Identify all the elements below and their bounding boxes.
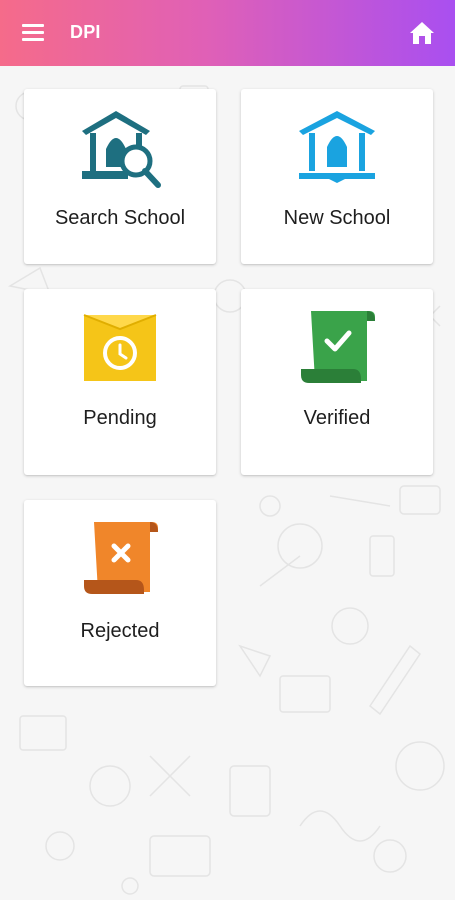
verified-label: Verified xyxy=(303,407,371,429)
pending-label: Pending xyxy=(83,407,157,429)
rejected-label: Rejected xyxy=(80,620,160,642)
home-icon[interactable] xyxy=(408,20,436,46)
app-title: DPI xyxy=(70,22,101,42)
verified-scroll-icon xyxy=(301,311,375,383)
rejected-scroll-icon xyxy=(84,522,158,594)
hamburger-menu-icon[interactable] xyxy=(20,21,46,45)
rejected-card[interactable]: Rejected xyxy=(24,500,216,686)
new-school-label: New School xyxy=(283,207,391,229)
school-search-icon xyxy=(82,111,161,188)
new-school-card[interactable]: New School xyxy=(241,89,433,264)
verified-card[interactable]: Verified xyxy=(241,289,433,475)
pending-card[interactable]: Pending xyxy=(24,289,216,475)
school-building-icon xyxy=(299,111,375,183)
search-school-label: Search School xyxy=(54,207,186,229)
pending-clock-envelope-icon xyxy=(83,314,157,381)
app-bar: DPI xyxy=(0,0,455,66)
search-school-card[interactable]: Search School xyxy=(24,89,216,264)
